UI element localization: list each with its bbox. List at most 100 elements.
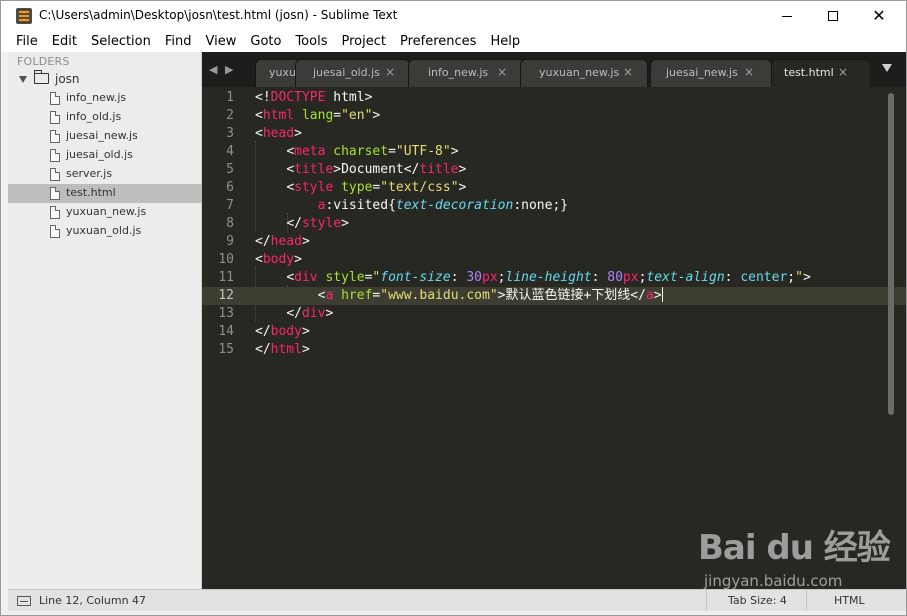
code-line-10: 10 <body> (202, 251, 906, 269)
tab-close-icon[interactable]: × (744, 65, 754, 79)
watermark-url: jingyan.baidu.com (704, 572, 843, 590)
file-icon (50, 92, 60, 105)
disclosure-triangle-icon[interactable] (19, 76, 27, 83)
panel-toggle-icon[interactable] (17, 596, 31, 606)
code-line-15: 15 </html> (202, 341, 906, 359)
line-number: 11 (218, 270, 234, 285)
sidebar: FOLDERS josn info_new.js info_old.js jue… (8, 52, 202, 589)
code-text: <body> (255, 252, 302, 267)
line-number: 6 (226, 180, 234, 195)
line-number: 14 (218, 324, 234, 339)
tab-test-html[interactable]: test.html × (771, 59, 871, 87)
menu-project[interactable]: Project (334, 31, 392, 52)
maximize-button[interactable] (810, 1, 856, 31)
file-label: server.js (66, 167, 113, 180)
line-number: 3 (226, 126, 234, 141)
tab-close-icon[interactable]: × (623, 65, 633, 79)
code-line-9: 9 </head> (202, 233, 906, 251)
tab-juesai-old[interactable]: juesai_old.js × (295, 59, 410, 87)
tab-close-icon[interactable]: × (385, 65, 395, 79)
code-text: <!DOCTYPE html> (255, 90, 373, 105)
tab-juesai-new[interactable]: juesai_new.js × (650, 59, 772, 87)
code-text: <head> (255, 126, 302, 141)
tab-overflow-chevron-icon[interactable] (882, 64, 892, 72)
code-text: a:visited{text-decoration:none;} (317, 198, 569, 213)
file-icon (50, 206, 60, 219)
line-number: 10 (218, 252, 234, 267)
cursor-position: Line 12, Column 47 (39, 594, 147, 607)
menu-goto[interactable]: Goto (243, 31, 288, 52)
menu-file[interactable]: File (9, 31, 45, 52)
tab-close-icon[interactable]: × (838, 65, 848, 79)
code-line-6: 6 <style type="text/css"> (202, 179, 906, 197)
tab-close-icon[interactable]: × (497, 65, 507, 79)
code-text: </style> (286, 216, 349, 231)
code-text: <a href="www.baidu.com">默认蓝色链接+下划线</a> (317, 287, 663, 303)
menu-bar: File Edit Selection Find View Goto Tools… (1, 31, 906, 52)
tab-scroll-left-icon[interactable]: ◀ (209, 63, 217, 76)
line-number: 2 (226, 108, 234, 123)
tab-yuxuan-new[interactable]: yuxuan_new.js × (520, 59, 648, 87)
menu-tools[interactable]: Tools (288, 31, 334, 52)
sublime-app-icon (16, 8, 32, 24)
code-text: </div> (286, 306, 334, 321)
sidebar-file-juesai-new[interactable]: juesai_new.js (8, 127, 202, 146)
file-icon (50, 225, 60, 238)
file-label: yuxuan_new.js (66, 205, 147, 218)
sidebar-file-info-new[interactable]: info_new.js (8, 89, 202, 108)
sidebar-file-server[interactable]: server.js (8, 165, 202, 184)
tab-label: juesai_new.js (666, 66, 738, 79)
code-line-12: 12 <a href="www.baidu.com">默认蓝色链接+下划线</a… (202, 287, 906, 305)
menu-view[interactable]: View (199, 31, 244, 52)
sidebar-file-test-html[interactable]: test.html (8, 184, 202, 203)
folders-header: FOLDERS (17, 55, 70, 68)
line-number: 12 (218, 288, 234, 303)
file-icon (50, 187, 60, 200)
code-text: </body> (255, 324, 310, 339)
code-line-11: 11 <div style="font-size: 30px;line-heig… (202, 269, 906, 287)
code-text: <style type="text/css"> (286, 180, 467, 195)
sidebar-file-info-old[interactable]: info_old.js (8, 108, 202, 127)
minimize-button[interactable] (764, 1, 810, 31)
code-text: </html> (255, 342, 310, 357)
sidebar-folder-josn[interactable]: josn (8, 70, 202, 89)
menu-help[interactable]: Help (483, 31, 527, 52)
line-number: 7 (226, 198, 234, 213)
file-label: test.html (66, 186, 116, 199)
editor-scrollbar[interactable] (888, 93, 894, 415)
line-number: 8 (226, 216, 234, 231)
line-number: 9 (226, 234, 234, 249)
tab-label: info_new.js (428, 66, 489, 79)
status-bar: Line 12, Column 47 Tab Size: 4 HTML (8, 589, 906, 611)
file-label: juesai_old.js (66, 148, 133, 161)
sublime-window: C:\Users\admin\Desktop\josn\test.html (j… (0, 0, 907, 616)
menu-selection[interactable]: Selection (84, 31, 158, 52)
code-line-5: 5 <title>Document</title> (202, 161, 906, 179)
menu-preferences[interactable]: Preferences (393, 31, 483, 52)
menu-edit[interactable]: Edit (45, 31, 84, 52)
code-line-7: 7 a:visited{text-decoration:none;} (202, 197, 906, 215)
tab-size-selector[interactable]: Tab Size: 4 (706, 590, 806, 611)
menu-find[interactable]: Find (158, 31, 199, 52)
baidu-jingyan-watermark: Bai du 经验 jingyan.baidu.com (698, 514, 898, 594)
tab-label: yuxuan_new.js (539, 66, 620, 79)
file-label: info_old.js (66, 110, 122, 123)
code-text: <html lang="en"> (255, 108, 381, 123)
sidebar-file-yuxuan-new[interactable]: yuxuan_new.js (8, 203, 202, 222)
tab-info-new[interactable]: info_new.js × (408, 59, 526, 87)
close-icon: ✕ (872, 6, 886, 25)
line-number: 15 (218, 342, 234, 357)
close-button[interactable]: ✕ (856, 1, 902, 31)
code-line-3: 3 <head> (202, 125, 906, 143)
file-label: info_new.js (66, 91, 127, 104)
line-number: 1 (226, 90, 234, 105)
syntax-selector[interactable]: HTML (806, 590, 906, 611)
tab-bar: ◀ ▶ yuxuan_old.js juesai_old.js × info_n… (202, 52, 906, 87)
tab-label: test.html (784, 66, 834, 79)
window-title: C:\Users\admin\Desktop\josn\test.html (j… (39, 8, 398, 22)
tab-scroll-right-icon[interactable]: ▶ (225, 63, 233, 76)
sidebar-file-juesai-old[interactable]: juesai_old.js (8, 146, 202, 165)
sidebar-file-yuxuan-old[interactable]: yuxuan_old.js (8, 222, 202, 241)
code-text: </head> (255, 234, 310, 249)
minimize-icon (782, 15, 792, 17)
